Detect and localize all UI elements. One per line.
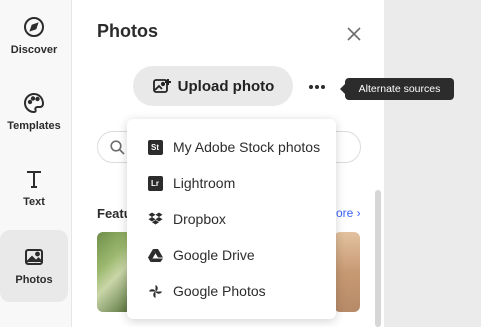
more-options-button[interactable] <box>304 76 330 98</box>
menu-item-label: Dropbox <box>173 211 226 227</box>
rail-item-discover[interactable]: Discover <box>0 0 68 72</box>
palette-icon <box>24 92 45 114</box>
google-drive-icon <box>147 247 163 263</box>
dropbox-icon <box>147 211 163 227</box>
close-icon[interactable] <box>345 25 363 43</box>
google-photos-icon <box>147 283 163 299</box>
image-icon <box>25 249 43 265</box>
menu-item-label: Google Photos <box>173 283 266 299</box>
panel-scrollbar[interactable] <box>375 190 381 327</box>
menu-item-google-drive[interactable]: Google Drive <box>127 237 336 273</box>
menu-item-dropbox[interactable]: Dropbox <box>127 201 336 237</box>
more-horizontal-icon <box>309 85 325 89</box>
panel-title: Photos <box>97 21 158 41</box>
menu-item-label: My Adobe Stock photos <box>173 139 321 155</box>
menu-item-label: Lightroom <box>173 175 236 191</box>
search-icon <box>110 140 125 155</box>
alternate-sources-menu: St My Adobe Stock photos Lr Lightroom Dr… <box>127 119 336 319</box>
upload-photo-button[interactable]: Upload photo <box>133 66 293 106</box>
menu-item-adobe-stock[interactable]: St My Adobe Stock photos <box>127 129 336 165</box>
upload-image-icon <box>152 79 171 93</box>
upload-photo-label: Upload photo <box>177 77 275 95</box>
menu-item-label: Google Drive <box>173 247 255 263</box>
rail-item-photos[interactable]: Photos <box>0 230 68 302</box>
rail-label-text: Text <box>23 196 45 208</box>
left-nav-rail: Discover Templates Text Photos <box>0 0 72 327</box>
rail-label-discover: Discover <box>10 44 58 56</box>
featured-photo-thumbnail[interactable] <box>334 232 360 312</box>
text-icon <box>27 171 41 188</box>
compass-icon <box>24 17 44 37</box>
rail-item-templates[interactable]: Templates <box>0 76 68 148</box>
rail-item-text[interactable]: Text <box>0 152 68 224</box>
lightroom-icon: Lr <box>147 175 163 191</box>
rail-label-photos: Photos <box>15 274 53 286</box>
rail-label-templates: Templates <box>7 120 61 132</box>
see-more-link[interactable]: ore › <box>336 206 361 220</box>
adobe-stock-icon: St <box>147 139 163 155</box>
menu-item-google-photos[interactable]: Google Photos <box>127 273 336 309</box>
menu-item-lightroom[interactable]: Lr Lightroom <box>127 165 336 201</box>
alternate-sources-tooltip: Alternate sources <box>340 78 454 100</box>
